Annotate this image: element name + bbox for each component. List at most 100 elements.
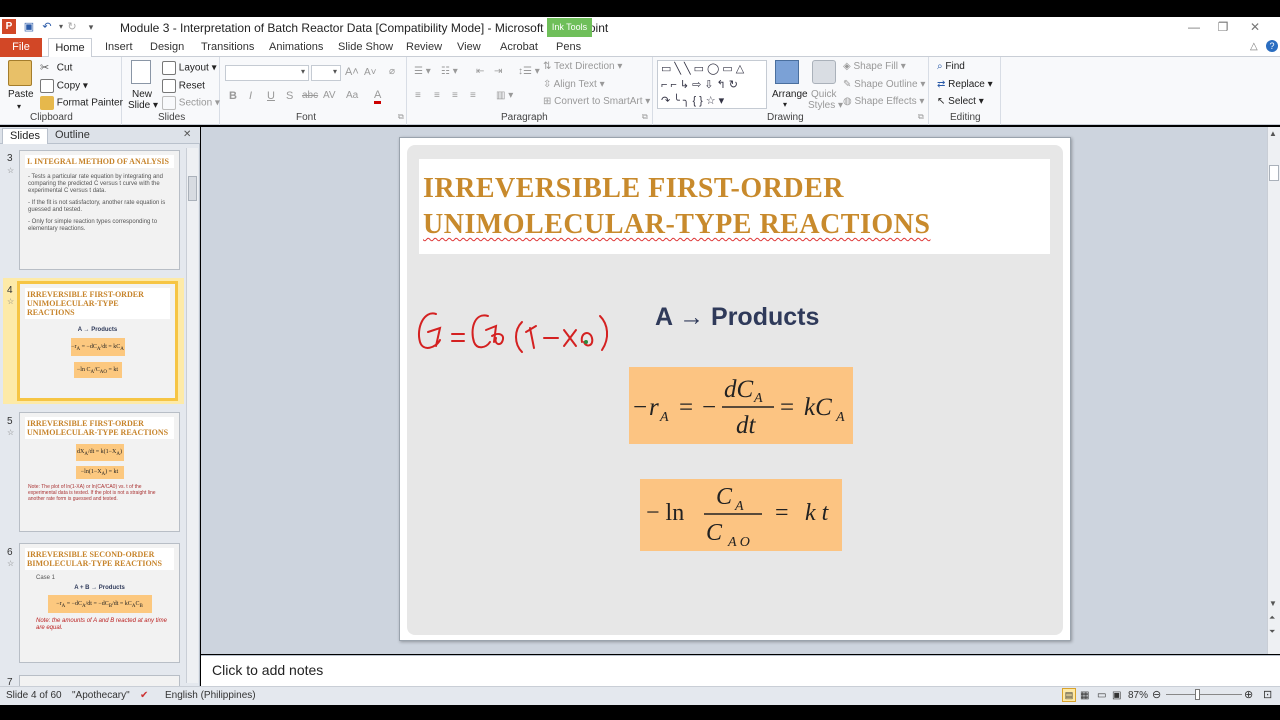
tab-design[interactable]: Design (150, 41, 184, 53)
copy-button[interactable]: Copy ▾ (40, 79, 88, 93)
next-slide-icon[interactable]: ⏷ (1269, 627, 1275, 637)
strikethrough-icon[interactable]: abc (302, 90, 318, 101)
increase-indent-icon[interactable]: ⇥ (494, 66, 502, 77)
fit-to-window-icon[interactable]: ⊡ (1263, 688, 1272, 701)
save-icon[interactable]: ▣ (22, 20, 36, 34)
shrink-font-icon[interactable]: A˅ (364, 67, 377, 78)
editor-scrollbar[interactable]: ▲ ▼ ⏶ ⏷ (1267, 127, 1280, 654)
tab-pens[interactable]: Pens (556, 41, 581, 53)
tab-home[interactable]: Home (48, 38, 92, 58)
minimize-icon[interactable]: — (1187, 20, 1201, 34)
slide-thumbnail-6[interactable]: IRREVERSIBLE SECOND-ORDER BIMOLECULAR-TY… (19, 543, 180, 663)
customize-toolbar-icon[interactable]: ▾ (84, 20, 98, 34)
redo-icon[interactable]: ↻ (65, 20, 79, 34)
slide-show-icon[interactable]: ▣ (1112, 690, 1121, 701)
reaction-equation[interactable]: A → Products (655, 303, 819, 332)
replace-button[interactable]: ⇄ Replace ▾ (937, 79, 993, 90)
align-right-icon[interactable]: ≡ (452, 90, 458, 101)
justify-icon[interactable]: ≡ (470, 90, 476, 101)
convert-smartart-button[interactable]: ⊞ Convert to SmartArt ▾ (543, 96, 650, 107)
columns-icon[interactable]: ▥ ▾ (496, 90, 513, 101)
powerpoint-app-icon[interactable]: P (2, 19, 16, 34)
line-spacing-icon[interactable]: ↕☰ ▾ (518, 66, 540, 77)
new-slide-label[interactable]: New (132, 89, 152, 100)
change-case-icon[interactable]: Aa (346, 90, 358, 101)
paste-dropdown-icon[interactable]: ▾ (17, 102, 21, 111)
help-icon[interactable]: ? (1266, 40, 1278, 52)
quick-styles-label-line2[interactable]: Styles ▾ (808, 100, 843, 111)
decrease-indent-icon[interactable]: ⇤ (476, 66, 484, 77)
zoom-out-icon[interactable]: ⊖ (1152, 688, 1161, 701)
slide-sorter-icon[interactable]: ▦ (1080, 690, 1089, 701)
paragraph-dialog-launcher-icon[interactable]: ⧉ (642, 112, 648, 122)
grow-font-icon[interactable]: A˄ (345, 66, 359, 78)
bold-icon[interactable]: B (229, 90, 237, 102)
normal-view-icon[interactable]: ▤ (1062, 688, 1076, 702)
pane-scroll-thumb[interactable] (188, 176, 197, 201)
tab-acrobat[interactable]: Acrobat (500, 41, 538, 53)
arrange-icon[interactable] (775, 60, 799, 84)
slide-thumbnail-4[interactable]: IRREVERSIBLE FIRST-ORDER UNIMOLECULAR-TY… (17, 281, 178, 401)
scroll-up-icon[interactable]: ▲ (1269, 129, 1277, 138)
bullets-icon[interactable]: ☰ ▾ (414, 66, 431, 77)
quick-styles-label[interactable]: Quick (811, 89, 837, 100)
character-spacing-icon[interactable]: AV (323, 90, 336, 101)
slide-thumbnail-3[interactable]: I. INTEGRAL METHOD OF ANALYSIS - Tests a… (19, 150, 180, 270)
reading-view-icon[interactable]: ▭ (1097, 690, 1106, 701)
layout-button[interactable]: Layout ▾ (162, 61, 217, 75)
align-left-icon[interactable]: ≡ (415, 90, 421, 101)
tab-review[interactable]: Review (406, 41, 442, 53)
slide-position-status[interactable]: Slide 4 of 60 (6, 690, 62, 701)
tab-animations[interactable]: Animations (269, 41, 323, 53)
quick-styles-icon[interactable] (812, 60, 836, 84)
tab-view[interactable]: View (457, 41, 481, 53)
underline-icon[interactable]: U (267, 90, 275, 102)
find-button[interactable]: ⌕ Find (937, 61, 965, 72)
language-status[interactable]: English (Philippines) (165, 690, 256, 701)
shadow-icon[interactable]: S (286, 90, 293, 102)
theme-status[interactable]: "Apothecary" (72, 690, 130, 701)
minimize-ribbon-icon[interactable]: △ (1250, 41, 1258, 52)
italic-icon[interactable]: I (249, 90, 252, 102)
arrange-button[interactable]: Arrange (772, 89, 808, 100)
drawing-dialog-launcher-icon[interactable]: ⧉ (918, 112, 924, 122)
font-color-icon[interactable]: A (374, 89, 382, 104)
slide-title-box[interactable]: IRREVERSIBLE FIRST-ORDER UNIMOLECULAR-TYP… (419, 159, 1050, 254)
font-dialog-launcher-icon[interactable]: ⧉ (398, 112, 404, 122)
notes-pane[interactable]: Click to add notes (201, 655, 1280, 686)
text-direction-button[interactable]: ⇅ Text Direction ▾ (543, 61, 622, 72)
zoom-in-icon[interactable]: ⊕ (1244, 688, 1253, 701)
restore-icon[interactable]: ❐ (1216, 20, 1230, 34)
arrange-dropdown-icon[interactable]: ▾ (783, 100, 787, 109)
tab-file[interactable]: File (0, 38, 42, 57)
format-painter-button[interactable]: Format Painter (40, 96, 123, 110)
slide-thumbnail-5[interactable]: IRREVERSIBLE FIRST-ORDER UNIMOLECULAR-TY… (19, 412, 180, 532)
shapes-gallery[interactable]: ▭╲╲▭◯▭△ ⌐⌐↳⇨⇩↰↻ ↷╰╮{}☆▾ (657, 60, 767, 109)
zoom-slider-thumb[interactable] (1195, 689, 1200, 700)
scroll-down-icon[interactable]: ▼ (1269, 599, 1277, 608)
handwritten-ink-equation[interactable] (414, 302, 614, 358)
section-button[interactable]: Section ▾ (162, 96, 220, 110)
cut-button[interactable]: ✂ Cut (40, 61, 72, 75)
tab-outline[interactable]: Outline (55, 129, 90, 141)
new-slide-label-line2[interactable]: Slide ▾ (128, 100, 158, 111)
undo-icon[interactable]: ↶ (40, 20, 54, 34)
font-name-select[interactable]: ▾ (225, 65, 309, 81)
zoom-slider[interactable] (1166, 694, 1242, 695)
shape-outline-button[interactable]: ✎ Shape Outline ▾ (843, 79, 925, 90)
paste-icon[interactable] (8, 60, 32, 86)
rate-equation-box[interactable]: − r A = − dC A dt = kC A (629, 367, 853, 444)
integrated-rate-equation-box[interactable]: − ln C A C A O = k t (640, 479, 842, 551)
zoom-level[interactable]: 87% (1128, 690, 1148, 701)
font-size-select[interactable]: ▾ (311, 65, 341, 81)
shape-fill-button[interactable]: ◈ Shape Fill ▾ (843, 61, 906, 72)
tab-transitions[interactable]: Transitions (201, 41, 254, 53)
shape-effects-button[interactable]: ◍ Shape Effects ▾ (843, 96, 924, 107)
new-slide-icon[interactable] (131, 60, 151, 84)
align-text-button[interactable]: ⇳ Align Text ▾ (543, 79, 605, 90)
close-pane-icon[interactable]: ✕ (183, 129, 191, 140)
align-center-icon[interactable]: ≡ (434, 90, 440, 101)
numbering-icon[interactable]: ☷ ▾ (441, 66, 458, 77)
tab-slides[interactable]: Slides (2, 128, 48, 144)
paste-button[interactable]: Paste (8, 89, 34, 100)
